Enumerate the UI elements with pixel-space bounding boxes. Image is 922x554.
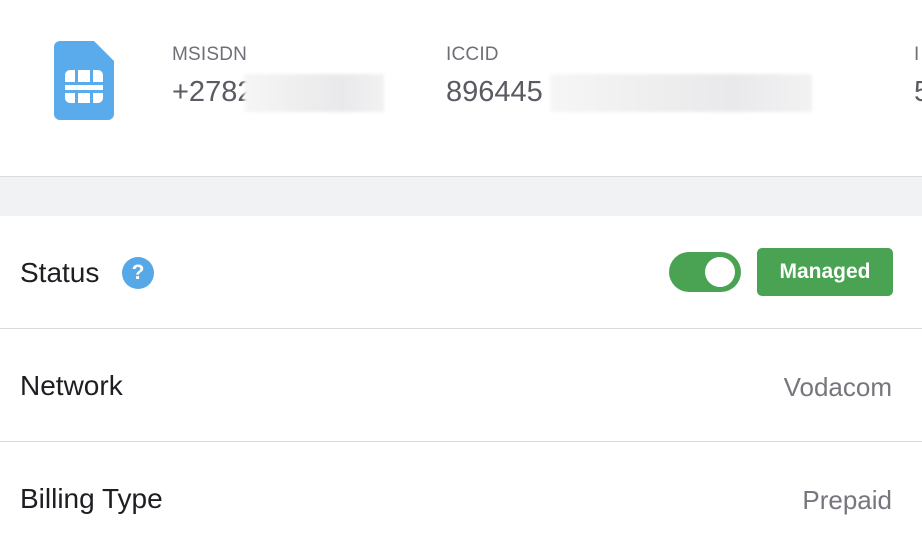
status-label: Status xyxy=(20,257,100,288)
network-row: Network Vodacom xyxy=(0,329,922,442)
msisdn-value: +2782 xyxy=(172,76,254,108)
iccid-value: 896445 xyxy=(446,76,543,108)
iccid-field: ICCID 896445 xyxy=(446,44,812,112)
billing-type-row: Billing Type Prepaid xyxy=(0,442,922,554)
status-toggle[interactable] xyxy=(669,252,741,292)
third-field: I 5 xyxy=(914,44,922,109)
third-field-value: 5 xyxy=(914,76,922,108)
msisdn-field: MSISDN +2782 xyxy=(172,44,384,112)
billing-type-value: Prepaid xyxy=(802,485,892,515)
sim-header: MSISDN +2782 ICCID 896445 I 5 xyxy=(0,0,922,177)
redaction-blur xyxy=(244,74,384,112)
managed-badge[interactable]: Managed xyxy=(757,248,893,296)
third-field-label: I xyxy=(914,44,920,65)
toggle-knob xyxy=(705,257,735,287)
billing-type-label: Billing Type xyxy=(20,483,163,514)
help-icon[interactable]: ? xyxy=(122,257,154,289)
msisdn-label: MSISDN xyxy=(172,44,248,65)
iccid-label: ICCID xyxy=(446,44,499,65)
status-row: Status ? Managed xyxy=(0,216,922,329)
section-divider xyxy=(0,177,922,216)
redaction-blur xyxy=(550,74,812,112)
network-label: Network xyxy=(20,370,123,401)
network-value: Vodacom xyxy=(783,372,892,402)
sim-card-icon xyxy=(54,41,114,120)
